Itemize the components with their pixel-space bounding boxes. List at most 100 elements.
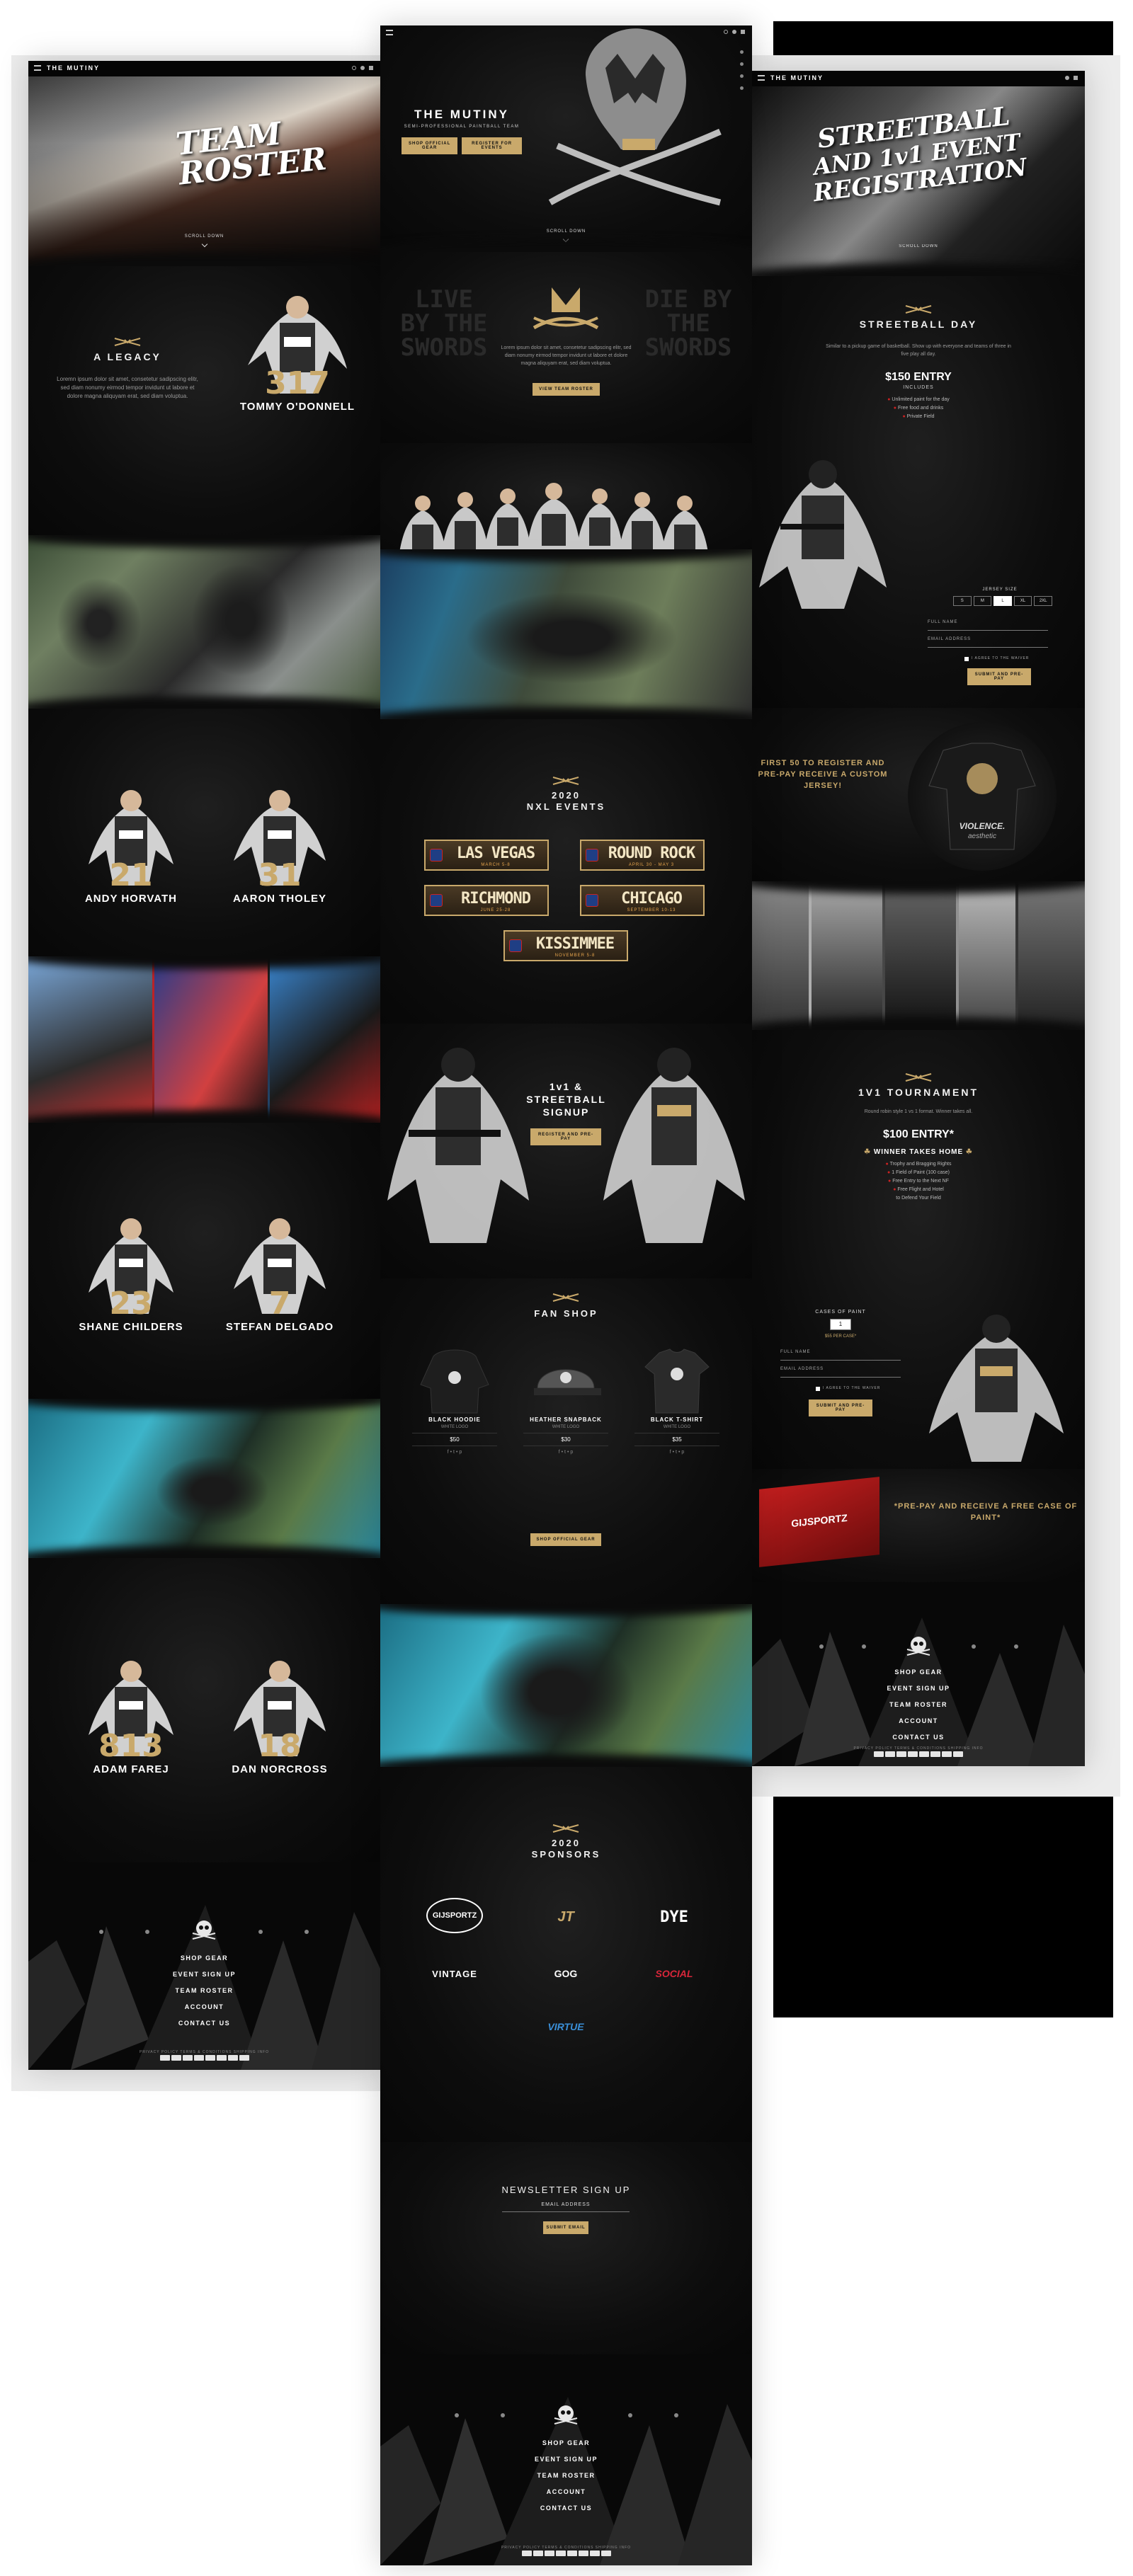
scroll-down-label[interactable]: SCROLL DOWN — [28, 234, 380, 239]
site-footer: SHOP GEAR EVENT SIGN UP TEAM ROSTER ACCO… — [28, 1862, 380, 2070]
footer-link[interactable]: ACCOUNT — [28, 2003, 380, 2010]
footer-link[interactable]: CONTACT US — [752, 1734, 1085, 1741]
size-option[interactable]: S — [953, 596, 972, 606]
scroll-down-label[interactable]: SCROLL DOWN — [752, 244, 1085, 253]
twitter-icon[interactable] — [740, 74, 744, 78]
footer-link[interactable]: TEAM ROSTER — [752, 1701, 1085, 1708]
footer-link[interactable]: EVENT SIGN UP — [380, 2456, 752, 2463]
cart-icon[interactable] — [369, 66, 373, 70]
sponsor-logo[interactable]: VIRTUE — [527, 2011, 605, 2042]
cart-icon[interactable] — [741, 30, 745, 34]
share-icons[interactable]: f • t • p — [523, 1450, 608, 1455]
footer-link[interactable]: ACCOUNT — [752, 1717, 1085, 1724]
skull-logo-icon[interactable] — [191, 1919, 217, 1942]
twitter-icon[interactable] — [674, 2413, 678, 2417]
footer-link[interactable]: SHOP GEAR — [380, 2439, 752, 2446]
player-card[interactable]: 7 STEFAN DELGADO — [216, 1208, 343, 1333]
waiver-checkbox[interactable] — [964, 657, 969, 661]
hamburger-menu-icon[interactable] — [386, 30, 393, 35]
event-badge[interactable]: LAS VEGAS MARCH 5-8 — [424, 840, 549, 871]
skull-logo-icon[interactable] — [906, 1635, 931, 1658]
sponsor-logo[interactable]: VINTAGE — [416, 1958, 494, 1989]
cases-stepper[interactable]: 1 — [830, 1319, 851, 1330]
player-card[interactable]: 813 ADAM FAREJ — [67, 1650, 195, 1775]
facebook-icon[interactable] — [145, 1930, 149, 1934]
tournament-submit-button[interactable]: SUBMIT AND PRE-PAY — [809, 1399, 872, 1416]
size-option[interactable]: M — [973, 596, 992, 606]
event-badge[interactable]: RICHMOND JUNE 25-28 — [424, 885, 549, 916]
facebook-icon[interactable] — [501, 2413, 505, 2417]
hamburger-menu-icon[interactable] — [758, 75, 765, 81]
search-icon[interactable] — [352, 66, 356, 70]
cart-icon[interactable] — [1074, 76, 1078, 80]
product-card[interactable]: BLACK T-SHIRT WHITE LOGO $35 f • t • p — [634, 1342, 719, 1455]
waiver-checkbox[interactable] — [816, 1387, 820, 1391]
email-input[interactable] — [780, 1377, 901, 1378]
email-input[interactable] — [928, 647, 1048, 648]
event-badge[interactable]: CHICAGO SEPTEMBER 10-13 — [580, 885, 705, 916]
size-option[interactable]: 2XL — [1034, 596, 1052, 606]
share-icons[interactable]: f • t • p — [412, 1450, 497, 1455]
twitter-icon[interactable] — [304, 1930, 309, 1934]
submit-email-button[interactable]: SUBMIT EMAIL — [543, 2221, 588, 2234]
chevron-down-icon[interactable] — [562, 236, 569, 243]
account-icon[interactable] — [360, 66, 365, 70]
scroll-down-label[interactable]: SCROLL DOWN — [380, 229, 752, 234]
jersey-promo-section: FIRST 50 TO REGISTER AND PRE-PAY RECEIVE… — [752, 708, 1085, 881]
facebook-icon[interactable] — [862, 1644, 866, 1649]
player-card[interactable]: 18 DAN NORCROSS — [216, 1650, 343, 1775]
youtube-icon[interactable] — [455, 2413, 459, 2417]
footer-link[interactable]: ACCOUNT — [380, 2488, 752, 2495]
footer-link[interactable]: EVENT SIGN UP — [752, 1685, 1085, 1692]
player-card[interactable]: 317 TOMMY O'DONNELL — [234, 287, 361, 413]
newsletter-email-input[interactable] — [502, 2211, 630, 2212]
product-card[interactable]: HEATHER SNAPBACK WHITE LOGO $30 f • t • … — [523, 1342, 608, 1455]
skull-logo-icon[interactable] — [553, 2404, 579, 2427]
footer-link[interactable]: CONTACT US — [28, 2020, 380, 2027]
size-option-selected[interactable]: L — [993, 596, 1012, 606]
account-icon[interactable] — [732, 30, 736, 34]
sponsor-logo[interactable]: GOG — [527, 1958, 605, 1989]
share-icons[interactable]: f • t • p — [634, 1450, 719, 1455]
shop-official-gear-button[interactable]: SHOP OFFICIAL GEAR — [530, 1533, 601, 1546]
full-name-input[interactable] — [780, 1360, 901, 1361]
product-card[interactable]: BLACK HOODIE WHITE LOGO $50 f • t • p — [412, 1342, 497, 1455]
youtube-icon[interactable] — [819, 1644, 824, 1649]
footer-link[interactable]: CONTACT US — [380, 2505, 752, 2512]
tournament-prizes: ● Trophy and Bragging Rights ● 1 Field o… — [823, 1160, 1014, 1203]
sponsor-logo[interactable]: DYE — [635, 1901, 713, 1933]
full-name-input[interactable] — [928, 630, 1048, 631]
brand-name[interactable]: THE MUTINY — [770, 74, 824, 81]
register-prepay-button[interactable]: REGISTER AND PRE-PAY — [530, 1128, 601, 1145]
account-icon[interactable] — [1065, 76, 1069, 80]
streetball-submit-button[interactable]: SUBMIT AND PRE-PAY — [967, 668, 1031, 685]
brand-name[interactable]: THE MUTINY — [47, 64, 100, 71]
size-option[interactable]: XL — [1013, 596, 1032, 606]
footer-link[interactable]: TEAM ROSTER — [28, 1987, 380, 1994]
register-events-button[interactable]: REGISTER FOR EVENTS — [462, 137, 522, 154]
nxl-flag-icon — [509, 939, 522, 952]
sponsor-logo[interactable]: SOCIAL — [635, 1958, 713, 1989]
event-badge[interactable]: KISSIMMEE NOVEMBER 5-8 — [503, 930, 628, 961]
youtube-icon[interactable] — [740, 86, 744, 90]
youtube-icon[interactable] — [99, 1930, 103, 1934]
instagram-icon[interactable] — [972, 1644, 976, 1649]
player-card[interactable]: 23 SHANE CHILDERS — [67, 1208, 195, 1333]
player-card[interactable]: 21 ANDY HORVATH — [67, 779, 195, 905]
sponsor-logo[interactable]: JT — [527, 1901, 605, 1933]
sponsor-logo[interactable]: GIJSPORTZ — [426, 1898, 483, 1933]
twitter-icon[interactable] — [1014, 1644, 1018, 1649]
instagram-icon[interactable] — [628, 2413, 632, 2417]
footer-link[interactable]: SHOP GEAR — [752, 1668, 1085, 1676]
event-badge[interactable]: ROUND ROCK APRIL 30 - MAY 3 — [580, 840, 705, 871]
instagram-icon[interactable] — [740, 50, 744, 54]
footer-link[interactable]: EVENT SIGN UP — [28, 1971, 380, 1978]
footer-link[interactable]: TEAM ROSTER — [380, 2472, 752, 2479]
player-card[interactable]: 31 AARON THOLEY — [216, 779, 343, 905]
instagram-icon[interactable] — [258, 1930, 263, 1934]
view-roster-button[interactable]: VIEW TEAM ROSTER — [533, 383, 600, 396]
facebook-icon[interactable] — [740, 62, 744, 66]
footer-link[interactable]: SHOP GEAR — [28, 1954, 380, 1962]
hamburger-menu-icon[interactable] — [34, 65, 41, 71]
shop-gear-button[interactable]: SHOP OFFICIAL GEAR — [402, 137, 458, 154]
